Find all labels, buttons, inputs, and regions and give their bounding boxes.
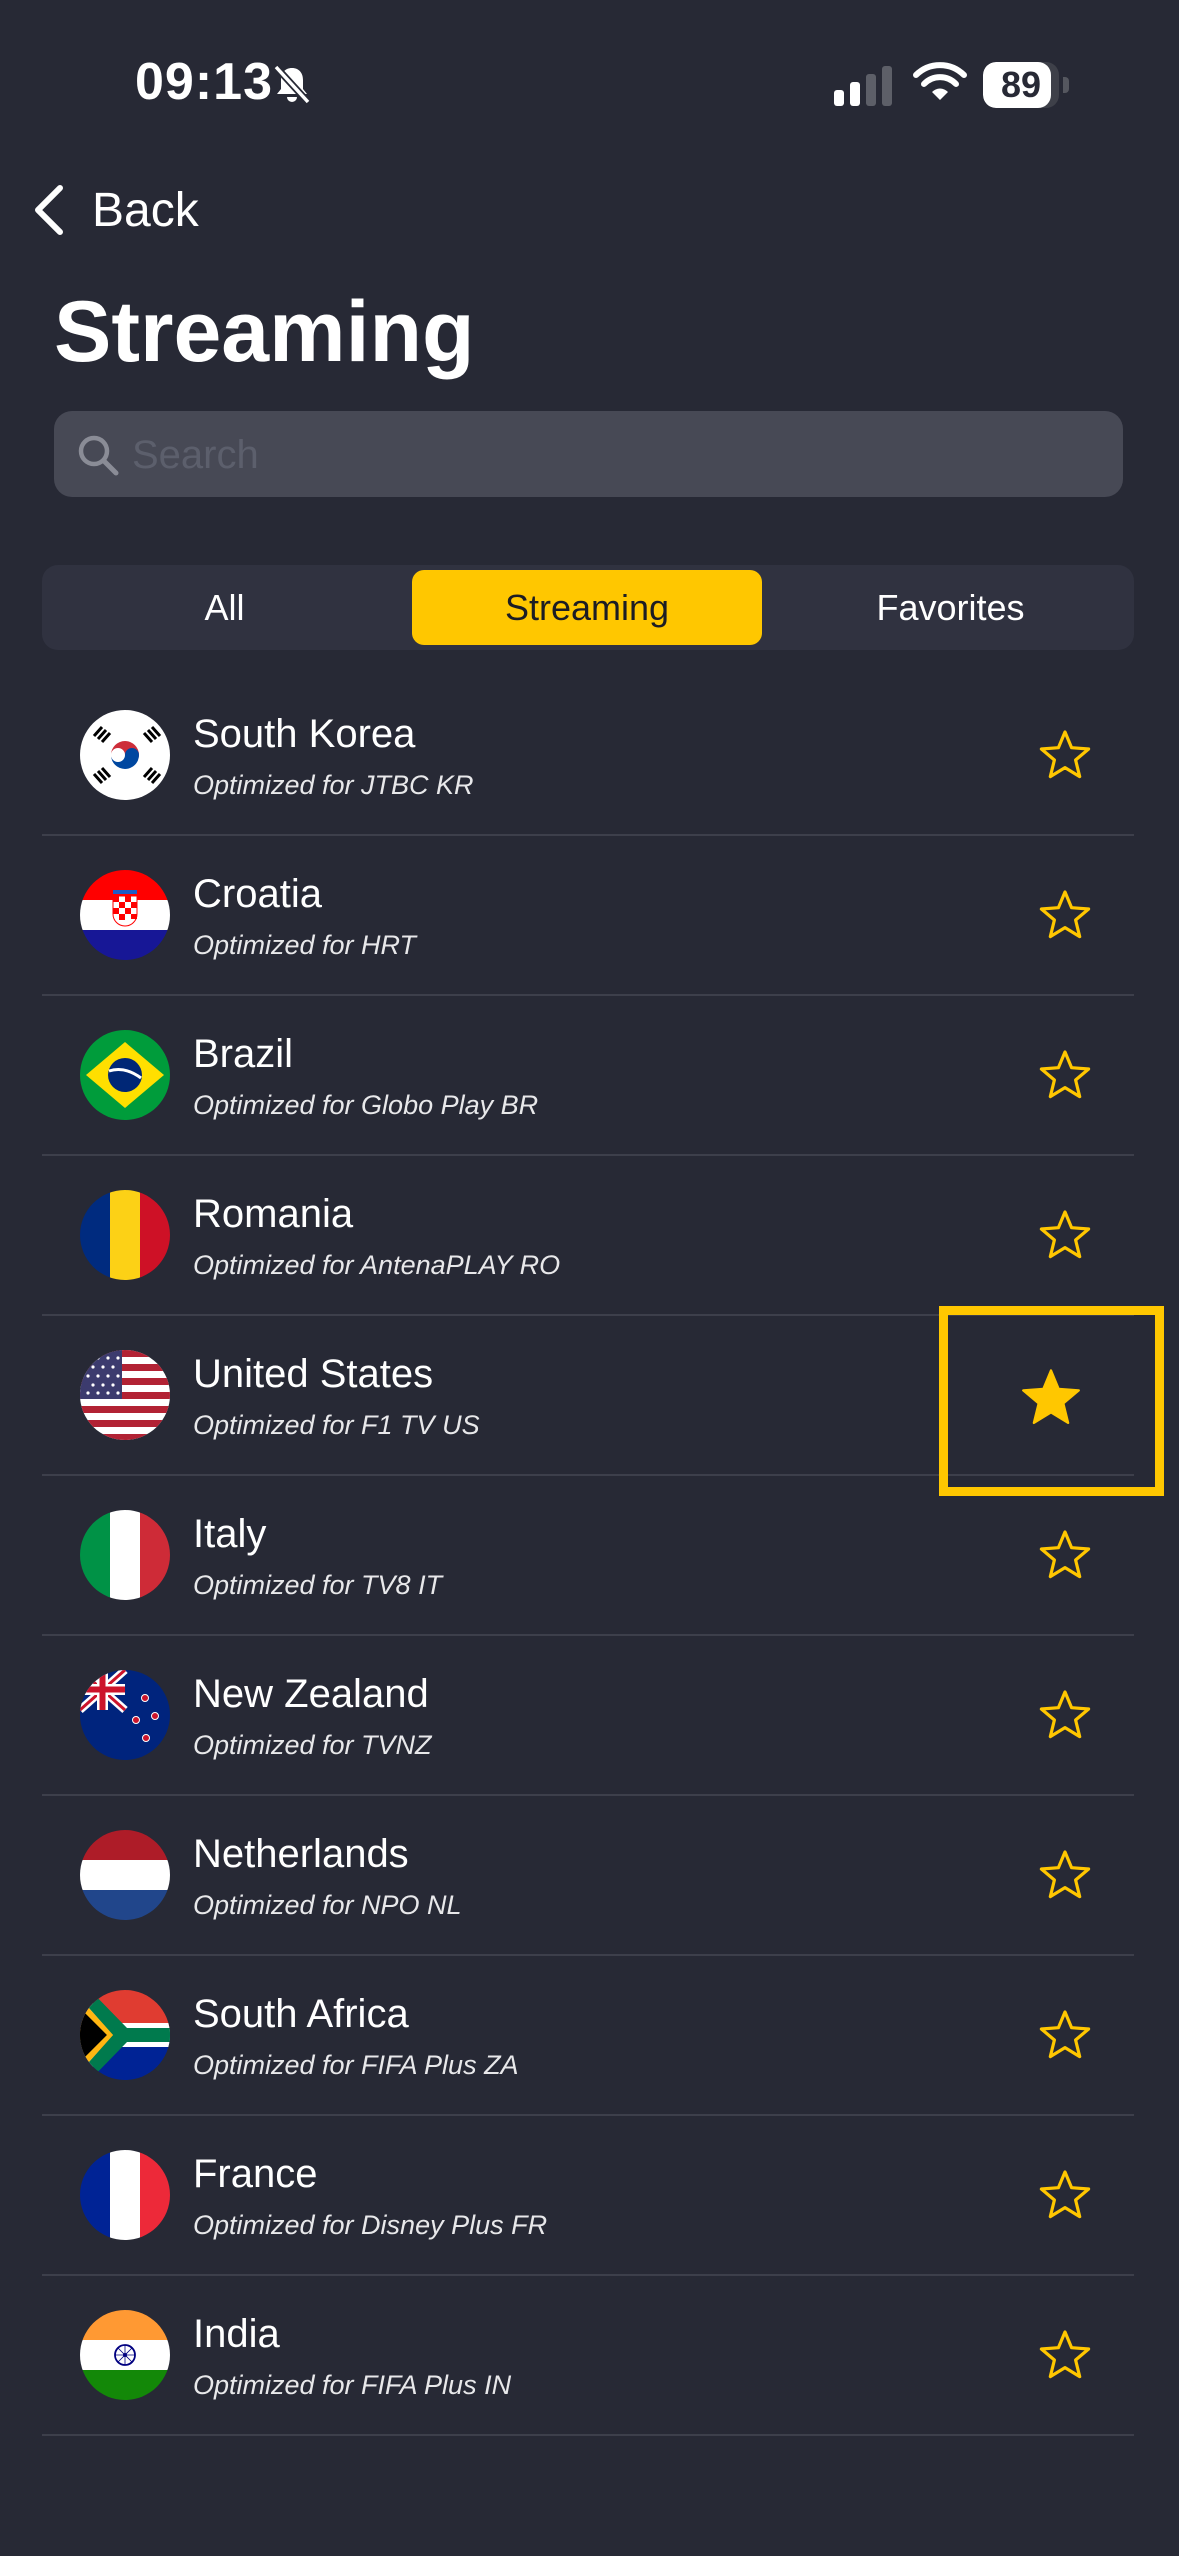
- favorite-star-icon[interactable]: [1037, 1048, 1093, 1104]
- page-title: Streaming: [54, 284, 475, 380]
- country-name: United States: [193, 1352, 434, 1396]
- favorite-star-icon[interactable]: [1037, 1848, 1093, 1904]
- flag-new-zealand-icon: [80, 1670, 170, 1760]
- battery-percentage: 89: [1000, 64, 1042, 105]
- location-row-netherlands[interactable]: Netherlands Optimized for NPO NL: [42, 1796, 1134, 1956]
- search-input[interactable]: [130, 411, 1094, 499]
- flag-italy-icon: [80, 1510, 170, 1600]
- location-row-new-zealand[interactable]: New Zealand Optimized for TVNZ: [42, 1636, 1134, 1796]
- country-name: South Africa: [193, 1992, 409, 2036]
- streaming-service-subtitle: Optimized for TVNZ: [193, 1730, 432, 1760]
- location-row-brazil[interactable]: Brazil Optimized for Globo Play BR: [42, 996, 1134, 1156]
- location-row-south-africa[interactable]: South Africa Optimized for FIFA Plus ZA: [42, 1956, 1134, 2116]
- cellular-signal-icon: [834, 64, 894, 106]
- streaming-service-subtitle: Optimized for AntenaPLAY RO: [193, 1250, 561, 1280]
- flag-south-korea-icon: [80, 710, 170, 800]
- location-row-south-korea[interactable]: South Korea Optimized for JTBC KR: [42, 676, 1134, 836]
- favorite-star-icon[interactable]: [1037, 2168, 1093, 2224]
- country-name: New Zealand: [193, 1672, 429, 1716]
- country-name: Croatia: [193, 872, 322, 916]
- favorite-star-icon[interactable]: [1037, 2008, 1093, 2064]
- streaming-service-subtitle: Optimized for Globo Play BR: [193, 1090, 539, 1120]
- location-list: South Korea Optimized for JTBC KR Croatia O…: [42, 676, 1134, 2436]
- search-bar: [54, 411, 1123, 499]
- country-name: South Korea: [193, 712, 416, 756]
- location-row-india[interactable]: India Optimized for FIFA Plus IN: [42, 2276, 1134, 2436]
- flag-brazil-icon: [80, 1030, 170, 1120]
- country-name: Italy: [193, 1512, 267, 1556]
- favorite-star-filled-icon[interactable]: [1019, 1367, 1083, 1431]
- country-name: France: [193, 2152, 318, 2196]
- favorite-star-icon[interactable]: [1037, 2328, 1093, 2384]
- location-row-italy[interactable]: Italy Optimized for TV8 IT: [42, 1476, 1134, 1636]
- tab-streaming[interactable]: Streaming: [412, 570, 762, 645]
- status-bar: 09:13 89: [0, 0, 1179, 170]
- flag-romania-icon: [80, 1190, 170, 1280]
- location-row-france[interactable]: France Optimized for Disney Plus FR: [42, 2116, 1134, 2276]
- wifi-icon: [912, 60, 968, 106]
- location-row-romania[interactable]: Romania Optimized for AntenaPLAY RO: [42, 1156, 1134, 1316]
- country-name: Brazil: [193, 1032, 294, 1076]
- flag-france-icon: [80, 2150, 170, 2240]
- favorite-star-icon[interactable]: [1037, 1208, 1093, 1264]
- flag-india-icon: [80, 2310, 170, 2400]
- favorite-star-icon[interactable]: [1037, 888, 1093, 944]
- status-time: 09:13: [135, 53, 273, 111]
- flag-south-africa-icon: [80, 1990, 170, 2080]
- streaming-service-subtitle: Optimized for TV8 IT: [193, 1570, 443, 1600]
- tab-all[interactable]: All: [47, 570, 402, 645]
- back-label: Back: [92, 183, 199, 237]
- flag-croatia-icon: [80, 870, 170, 960]
- streaming-service-subtitle: Optimized for F1 TV US: [193, 1410, 480, 1440]
- country-name: Netherlands: [193, 1832, 409, 1876]
- filter-tabs: All Streaming Favorites: [42, 565, 1134, 650]
- favorite-star-icon[interactable]: [1037, 1688, 1093, 1744]
- streaming-service-subtitle: Optimized for Disney Plus FR: [193, 2210, 548, 2240]
- flag-united-states-icon: [80, 1350, 170, 1440]
- streaming-service-subtitle: Optimized for FIFA Plus ZA: [193, 2050, 519, 2080]
- silent-bell-icon: [270, 62, 314, 106]
- favorite-star-icon[interactable]: [1037, 728, 1093, 784]
- streaming-service-subtitle: Optimized for HRT: [193, 930, 417, 960]
- streaming-service-subtitle: Optimized for JTBC KR: [193, 770, 474, 800]
- chevron-left-icon: [35, 185, 63, 235]
- location-row-croatia[interactable]: Croatia Optimized for HRT: [42, 836, 1134, 996]
- tab-favorites[interactable]: Favorites: [772, 570, 1129, 645]
- country-name: Romania: [193, 1192, 354, 1236]
- streaming-service-subtitle: Optimized for NPO NL: [193, 1890, 462, 1920]
- flag-netherlands-icon: [80, 1830, 170, 1920]
- country-name: India: [193, 2312, 280, 2356]
- back-button[interactable]: Back: [30, 178, 199, 242]
- search-icon: [78, 435, 119, 476]
- streaming-service-subtitle: Optimized for FIFA Plus IN: [193, 2370, 512, 2400]
- favorite-star-icon[interactable]: [1037, 1528, 1093, 1584]
- battery-icon: 89: [983, 62, 1069, 108]
